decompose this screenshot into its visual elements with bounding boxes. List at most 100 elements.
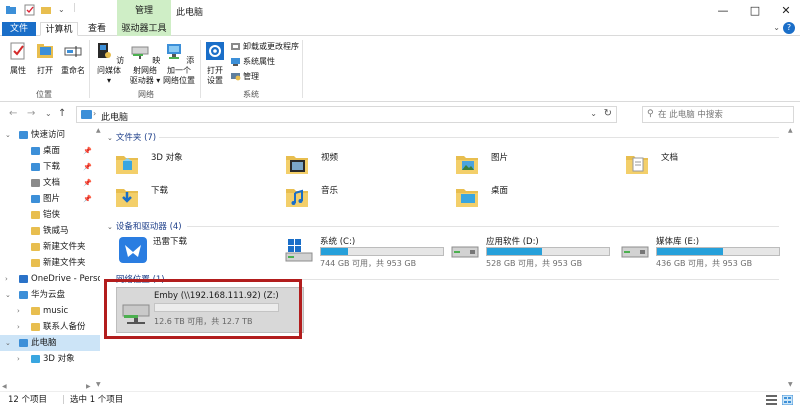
open-button[interactable]: 打开: [34, 41, 56, 76]
chevron-down-icon[interactable]: ⌄: [5, 287, 11, 303]
tab-view[interactable]: 查看: [82, 22, 112, 36]
folder-name: 桌面: [491, 186, 509, 196]
minimize-button[interactable]: —: [716, 4, 730, 18]
pin-icon: 📌: [83, 195, 92, 203]
access-media-dropdown: ▾: [106, 76, 111, 85]
nav-item[interactable]: › 联系人备份: [0, 319, 100, 335]
nav-item[interactable]: › OneDrive - Perso: [0, 271, 100, 287]
nav-item[interactable]: ⌄ 此电脑: [0, 335, 100, 351]
tab-computer[interactable]: 计算机: [40, 22, 78, 36]
window-title: 此电脑: [176, 8, 204, 18]
chevron-right-icon[interactable]: ›: [5, 271, 8, 287]
nav-item[interactable]: 下载 📌: [0, 159, 100, 175]
add-network-location-button[interactable]: 添加一个 网络位置: [161, 41, 197, 86]
refresh-icon[interactable]: ↻: [604, 108, 612, 119]
maximize-button[interactable]: □: [748, 4, 762, 18]
devices-section-header[interactable]: ⌄ 设备和驱动器 (4): [107, 220, 779, 232]
folder-item[interactable]: 视频: [277, 147, 427, 183]
nav-item-label: 此电脑: [31, 338, 57, 348]
back-button[interactable]: ←: [9, 108, 17, 119]
scroll-up-icon[interactable]: ▲: [788, 127, 793, 134]
drive-free-space: 528 GB 可用，共 953 GB: [486, 259, 583, 268]
folder-item[interactable]: 桌面: [447, 180, 597, 216]
folder-name: 图片: [491, 153, 509, 163]
system-group-label: 系统: [243, 90, 259, 99]
chevron-right-icon[interactable]: ›: [17, 351, 20, 367]
nav-item[interactable]: › 3D 对象: [0, 351, 100, 367]
nav-item[interactable]: 文档 📌: [0, 175, 100, 191]
nav-item-label: 华为云盘: [31, 290, 66, 300]
nav-item-label: 下载: [43, 162, 61, 172]
content-scrollbar[interactable]: ▲ ▼: [787, 127, 796, 391]
chevron-right-icon[interactable]: ›: [17, 319, 20, 335]
rename-button[interactable]: 重命名: [59, 41, 87, 76]
details-view-icon[interactable]: [766, 395, 777, 405]
drive-item[interactable]: 系统 (C:) 744 GB 可用，共 953 GB: [284, 233, 454, 271]
nav-item-label: music: [43, 306, 69, 316]
ribbon: 属性 打开 重命名 位置 访问媒体 ▾ 映射网络 驱动器 ▾ 添加一个 网络位置…: [0, 36, 800, 102]
properties-quick-icon[interactable]: [24, 4, 36, 16]
search-input[interactable]: [658, 108, 788, 121]
uninstall-programs-button[interactable]: 卸载或更改程序: [231, 41, 299, 53]
nav-horizontal-scrollbar[interactable]: ◀ ▶: [0, 383, 100, 391]
quick-access-dropdown-icon[interactable]: ⌄: [58, 5, 70, 17]
up-button[interactable]: ↑: [58, 108, 66, 119]
add-location-label-2: 网络位置: [163, 76, 195, 85]
address-dropdown-icon[interactable]: ⌄: [590, 109, 597, 118]
nav-scrollbar[interactable]: ▲ ▼: [94, 127, 104, 391]
folder-item[interactable]: 下载: [107, 180, 257, 216]
help-icon[interactable]: ?: [783, 22, 795, 34]
folders-header: 文件夹 (7): [115, 133, 157, 143]
folders-section-header[interactable]: ⌄ 文件夹 (7): [107, 131, 779, 143]
close-button[interactable]: ✕: [779, 4, 793, 18]
recent-locations-button[interactable]: ⌄: [45, 109, 52, 118]
folder-name: 3D 对象: [151, 153, 183, 163]
system-properties-button[interactable]: 系统属性: [231, 56, 275, 68]
device-item[interactable]: 迅雷下载: [117, 233, 287, 271]
properties-button[interactable]: 属性: [6, 41, 30, 76]
nav-item[interactable]: 图片 📌: [0, 191, 100, 207]
tab-drive-tools[interactable]: 驱动器工具: [117, 22, 171, 36]
address-bar[interactable]: › 此电脑 ⌄ ↻: [76, 106, 617, 123]
folder-item[interactable]: 文档: [617, 147, 767, 183]
nav-item[interactable]: ⌄ 华为云盘: [0, 287, 100, 303]
scroll-right-icon[interactable]: ▶: [86, 383, 91, 390]
chevron-down-icon[interactable]: ⌄: [773, 23, 780, 32]
new-folder-quick-icon[interactable]: [40, 4, 52, 16]
nav-item[interactable]: ⌄ 快速访问: [0, 127, 100, 143]
status-bar: 12 个项目 | 选中 1 个项目: [0, 391, 800, 407]
scroll-up-icon[interactable]: ▲: [96, 127, 101, 134]
nav-item[interactable]: 铠侠: [0, 207, 100, 223]
folder-item[interactable]: 3D 对象: [107, 147, 257, 183]
nav-item[interactable]: 新建文件夹: [0, 239, 100, 255]
chevron-down-icon[interactable]: ⌄: [5, 335, 11, 351]
group-divider: [89, 40, 90, 98]
nav-item[interactable]: 新建文件夹: [0, 255, 100, 271]
large-icons-view-icon[interactable]: [782, 395, 793, 405]
pin-icon: 📌: [83, 163, 92, 171]
folder-item[interactable]: 音乐: [277, 180, 427, 216]
forward-button[interactable]: →: [27, 108, 35, 119]
network-drive-item[interactable]: Emby (\\192.168.111.92) (Z:) 12.6 TB 可用，…: [116, 287, 304, 333]
tab-file[interactable]: 文件: [2, 22, 36, 36]
open-settings-button[interactable]: 打开 设置: [203, 41, 227, 86]
scroll-left-icon[interactable]: ◀: [2, 383, 7, 390]
network-section-header[interactable]: ⌄ 网络位置 (1): [107, 273, 779, 285]
chevron-right-icon[interactable]: ›: [17, 303, 20, 319]
chevron-down-icon[interactable]: ⌄: [5, 127, 11, 143]
properties-label: 属性: [10, 66, 26, 75]
manage-tab[interactable]: 管理: [117, 0, 171, 22]
map-network-drive-button[interactable]: 映射网络 驱动器 ▾: [128, 41, 162, 86]
scroll-down-icon[interactable]: ▼: [788, 381, 793, 388]
access-media-button[interactable]: 访问媒体 ▾: [92, 41, 126, 86]
nav-item[interactable]: 桌面 📌: [0, 143, 100, 159]
nav-item[interactable]: 铁威马: [0, 223, 100, 239]
pin-icon: 📌: [83, 147, 92, 155]
drive-item[interactable]: 媒体库 (E:) 436 GB 可用，共 953 GB: [620, 233, 790, 271]
drive-item[interactable]: 应用软件 (D:) 528 GB 可用，共 953 GB: [450, 233, 620, 271]
folder-item[interactable]: 图片: [447, 147, 597, 183]
breadcrumb[interactable]: 此电脑: [101, 110, 128, 123]
search-box[interactable]: ⚲: [642, 106, 794, 123]
manage-button[interactable]: 管理: [231, 71, 259, 83]
nav-item[interactable]: › music: [0, 303, 100, 319]
